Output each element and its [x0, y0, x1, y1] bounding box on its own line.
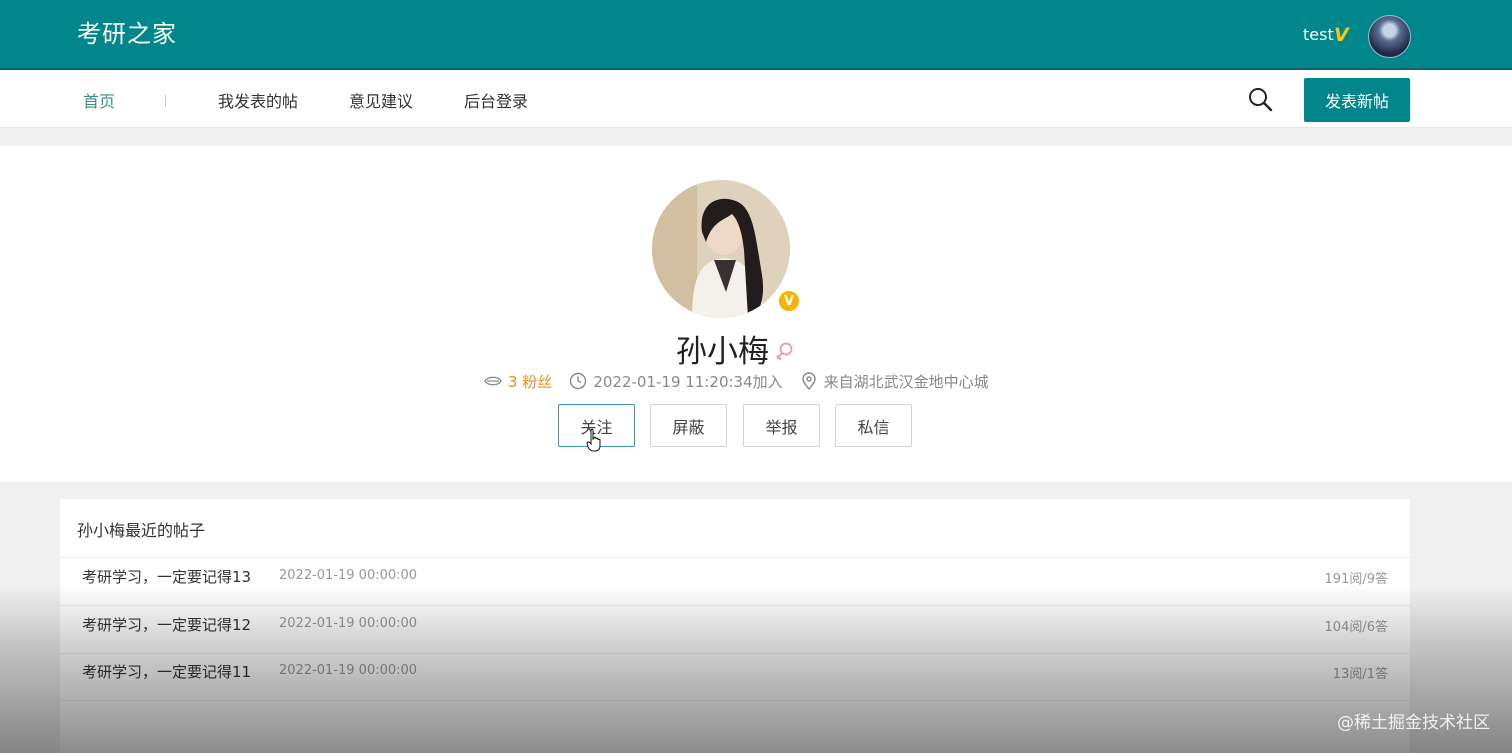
user-avatar[interactable] [1368, 15, 1411, 58]
recent-posts-title: 孙小梅最近的帖子 [77, 521, 206, 540]
nav-item-admin-login[interactable]: 后台登录 [464, 88, 528, 112]
nav-item-my-posts[interactable]: 我发表的帖 [218, 88, 298, 112]
fans-icon [484, 376, 502, 386]
profile-meta: 3 粉丝 2022-01-19 11:20:34加入 来自湖北武汉金地中心城 [484, 371, 989, 391]
profile-name: 孙小梅 [676, 334, 769, 370]
hand-cursor-icon [586, 428, 601, 452]
site-logo[interactable]: 考研之家 [77, 14, 177, 49]
post-title[interactable]: 考研学习，一定要记得11 [82, 661, 251, 682]
watermark: @稀土掘金技术社区 [1337, 713, 1490, 733]
post-row[interactable]: 考研学习，一定要记得12 2022-01-19 00:00:00 104阅/6答 [60, 606, 1410, 654]
nav-item-feedback[interactable]: 意见建议 [349, 88, 413, 112]
location-text: 来自湖北武汉金地中心城 [823, 372, 989, 391]
female-icon [776, 342, 793, 361]
vip-badge-icon: V [1334, 24, 1349, 46]
profile-avatar [652, 180, 790, 318]
post-stats: 13阅/1答 [1332, 667, 1388, 682]
post-title[interactable]: 考研学习，一定要记得12 [82, 614, 251, 635]
clock-icon [570, 372, 587, 390]
fans-count[interactable]: 3 粉丝 [508, 371, 552, 392]
top-header: 考研之家 test V [0, 0, 1512, 70]
nav-divider [165, 95, 166, 107]
post-date: 2022-01-19 00:00:00 [279, 568, 418, 583]
post-date: 2022-01-19 00:00:00 [279, 616, 418, 631]
post-title[interactable]: 考研学习，一定要记得13 [82, 566, 251, 587]
block-button[interactable]: 屏蔽 [650, 404, 727, 447]
verified-badge-icon: V [777, 289, 801, 313]
new-post-button[interactable]: 发表新帖 [1304, 78, 1410, 122]
current-username[interactable]: test [1303, 25, 1334, 44]
post-date: 2022-01-19 00:00:00 [279, 663, 418, 678]
location-pin-icon [801, 372, 816, 390]
nav-item-home[interactable]: 首页 [83, 88, 115, 112]
post-stats: 104阅/6答 [1324, 620, 1388, 635]
message-button[interactable]: 私信 [835, 404, 912, 447]
join-date: 2022-01-19 11:20:34加入 [593, 372, 783, 391]
post-row[interactable]: 考研学习，一定要记得13 2022-01-19 00:00:00 191阅/9答 [60, 558, 1410, 606]
post-stats: 191阅/9答 [1324, 572, 1388, 587]
report-button[interactable]: 举报 [743, 404, 820, 447]
main-nav: 首页 我发表的帖 意见建议 后台登录 [0, 70, 1512, 128]
search-icon[interactable] [1248, 87, 1274, 113]
post-row[interactable]: 考研学习，一定要记得11 2022-01-19 00:00:00 13阅/1答 [60, 653, 1410, 701]
avatar-photo [652, 180, 790, 318]
